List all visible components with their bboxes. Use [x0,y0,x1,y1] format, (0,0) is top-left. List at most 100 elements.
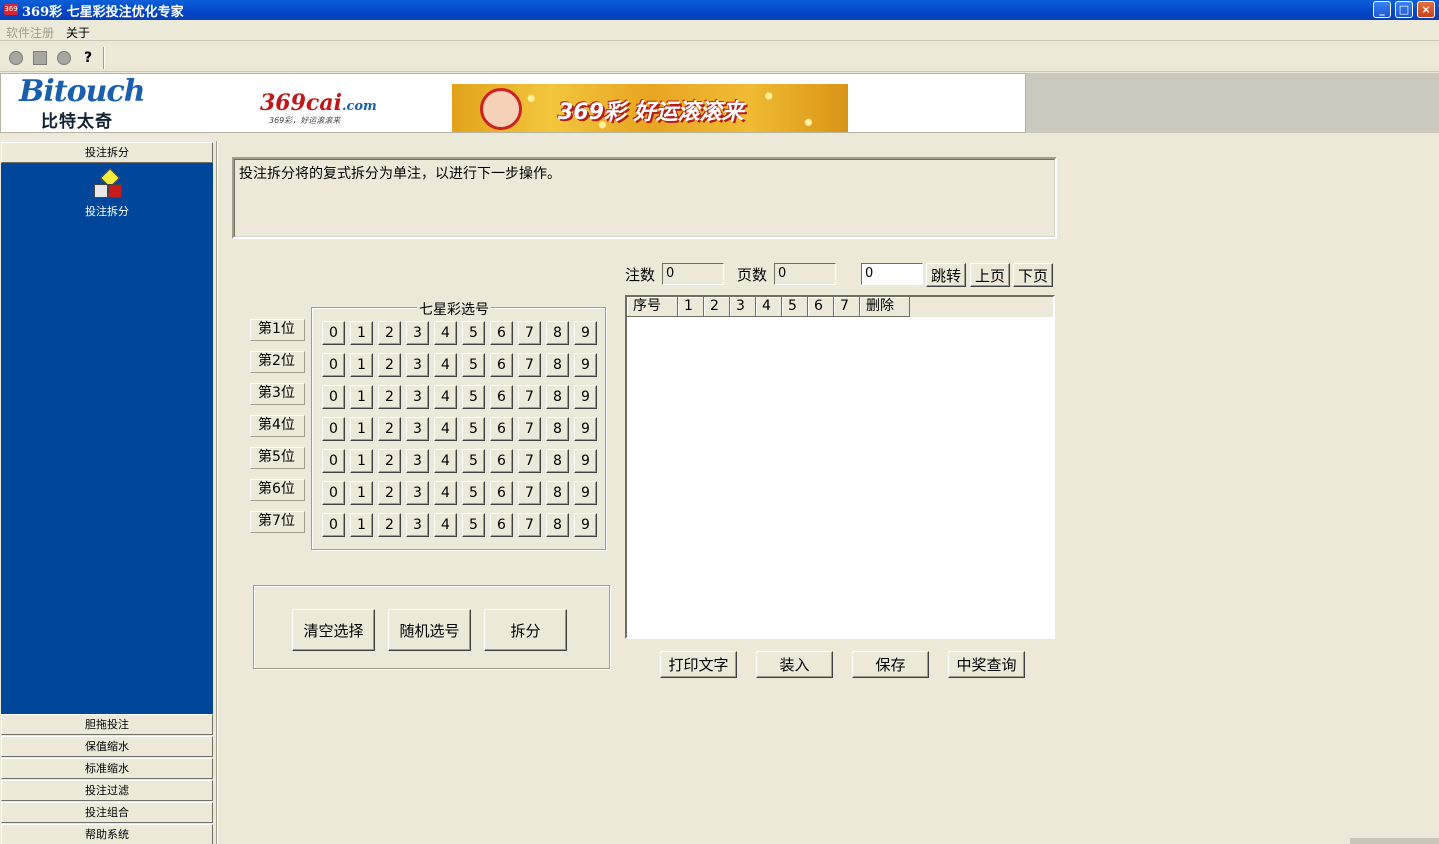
print-toolbar-button[interactable] [53,47,75,69]
digit-button[interactable]: 9 [574,321,597,345]
splitter[interactable] [216,141,218,844]
digit-button[interactable]: 6 [490,353,513,377]
jump-page-input[interactable]: 0 [861,263,923,285]
sidebar-tab-value-reduce[interactable]: 保值缩水 [1,736,213,757]
digit-button[interactable]: 9 [574,449,597,473]
digit-button[interactable]: 6 [490,417,513,441]
digit-button[interactable]: 1 [350,353,373,377]
digit-button[interactable]: 3 [406,353,429,377]
close-button[interactable]: × [1417,1,1435,18]
digit-button[interactable]: 0 [322,449,345,473]
digit-button[interactable]: 7 [518,513,541,537]
digit-button[interactable]: 3 [406,481,429,505]
maximize-button[interactable]: □ [1395,1,1413,18]
digit-button[interactable]: 4 [434,481,457,505]
digit-button[interactable]: 3 [406,449,429,473]
digit-button[interactable]: 4 [434,449,457,473]
minimize-button[interactable]: _ [1373,1,1391,18]
sidebar-tab-filter[interactable]: 投注过滤 [1,780,213,801]
split-cubes-icon[interactable] [94,168,124,201]
digit-button[interactable]: 6 [490,513,513,537]
column-pos-7[interactable]: 7 [834,297,860,317]
digit-button[interactable]: 9 [574,385,597,409]
digit-button[interactable]: 1 [350,417,373,441]
digit-button[interactable]: 5 [462,513,485,537]
split-button[interactable]: 拆分 [484,609,567,651]
digit-button[interactable]: 5 [462,417,485,441]
menu-about[interactable]: 关于 [66,24,90,41]
print-text-button[interactable]: 打印文字 [660,651,737,678]
column-pos-3[interactable]: 3 [730,297,756,317]
digit-button[interactable]: 8 [546,353,569,377]
digit-button[interactable]: 9 [574,481,597,505]
digit-button[interactable]: 3 [406,417,429,441]
bets-list[interactable]: 序号 1 2 3 4 5 6 7 删除 [625,295,1055,639]
digit-button[interactable]: 5 [462,385,485,409]
column-pos-1[interactable]: 1 [678,297,704,317]
column-index[interactable]: 序号 [627,297,678,317]
digit-button[interactable]: 4 [434,353,457,377]
digit-button[interactable]: 7 [518,417,541,441]
random-pick-button[interactable]: 随机选号 [388,609,471,651]
digit-button[interactable]: 2 [378,417,401,441]
sidebar-tab-help[interactable]: 帮助系统 [1,824,213,844]
digit-button[interactable]: 0 [322,481,345,505]
digit-button[interactable]: 9 [574,417,597,441]
digit-button[interactable]: 0 [322,321,345,345]
digit-button[interactable]: 6 [490,321,513,345]
digit-button[interactable]: 8 [546,513,569,537]
digit-button[interactable]: 3 [406,513,429,537]
digit-button[interactable]: 8 [546,449,569,473]
prev-page-button[interactable]: 上页 [970,263,1010,287]
digit-button[interactable]: 5 [462,321,485,345]
digit-button[interactable]: 7 [518,481,541,505]
digit-button[interactable]: 4 [434,385,457,409]
digit-button[interactable]: 7 [518,449,541,473]
digit-button[interactable]: 7 [518,353,541,377]
digit-button[interactable]: 5 [462,353,485,377]
digit-button[interactable]: 0 [322,417,345,441]
record-button[interactable] [5,47,27,69]
digit-button[interactable]: 9 [574,513,597,537]
digit-button[interactable]: 6 [490,481,513,505]
digit-button[interactable]: 2 [378,449,401,473]
digit-button[interactable]: 8 [546,321,569,345]
menu-register[interactable]: 软件注册 [6,24,54,41]
digit-button[interactable]: 2 [378,385,401,409]
column-pos-6[interactable]: 6 [808,297,834,317]
digit-button[interactable]: 8 [546,385,569,409]
digit-button[interactable]: 7 [518,321,541,345]
column-delete[interactable]: 删除 [860,297,910,317]
digit-button[interactable]: 8 [546,417,569,441]
sidebar-tab-split[interactable]: 投注拆分 [1,142,213,163]
digit-button[interactable]: 1 [350,513,373,537]
ad-banner[interactable]: 369彩 好运滚滚来 [452,84,848,132]
digit-button[interactable]: 4 [434,321,457,345]
jump-button[interactable]: 跳转 [926,263,966,287]
digit-button[interactable]: 2 [378,321,401,345]
digit-button[interactable]: 5 [462,449,485,473]
clear-selection-button[interactable]: 清空选择 [292,609,375,651]
digit-button[interactable]: 1 [350,321,373,345]
digit-button[interactable]: 1 [350,481,373,505]
digit-button[interactable]: 8 [546,481,569,505]
digit-button[interactable]: 1 [350,385,373,409]
digit-button[interactable]: 7 [518,385,541,409]
save-toolbar-button[interactable] [29,47,51,69]
save-button[interactable]: 保存 [852,651,929,678]
digit-button[interactable]: 2 [378,513,401,537]
digit-button[interactable]: 5 [462,481,485,505]
column-pos-4[interactable]: 4 [756,297,782,317]
digit-button[interactable]: 2 [378,353,401,377]
digit-button[interactable]: 6 [490,385,513,409]
sidebar-tab-combine[interactable]: 投注组合 [1,802,213,823]
digit-button[interactable]: 3 [406,321,429,345]
sidebar-item-split-label[interactable]: 投注拆分 [1,203,213,219]
digit-button[interactable]: 9 [574,353,597,377]
digit-button[interactable]: 4 [434,513,457,537]
digit-button[interactable]: 1 [350,449,373,473]
digit-button[interactable]: 4 [434,417,457,441]
help-toolbar-button[interactable]: ? [77,47,99,69]
sidebar-tab-standard-reduce[interactable]: 标准缩水 [1,758,213,779]
next-page-button[interactable]: 下页 [1013,263,1053,287]
